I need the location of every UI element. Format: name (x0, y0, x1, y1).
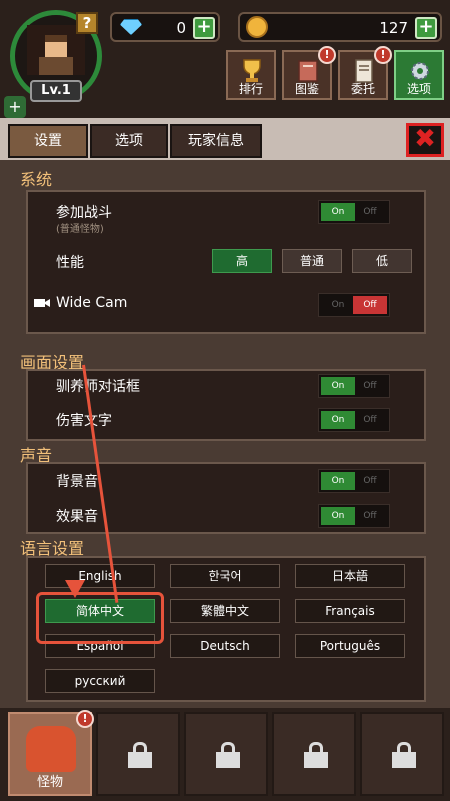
bgm-toggle[interactable]: On Off (318, 469, 390, 493)
lang-german-button[interactable]: Deutsch (170, 634, 280, 658)
lang-english-button[interactable]: English (45, 564, 155, 588)
add-gems-button[interactable]: + (193, 17, 215, 39)
toggle-on: On (321, 507, 355, 525)
trainer-dialog-label: 驯养师对话框 (56, 379, 140, 395)
coin-icon (246, 16, 268, 38)
options-button[interactable]: 选项 (394, 50, 444, 100)
widecam-toggle[interactable]: On Off (318, 293, 390, 317)
ranking-button[interactable]: 排行 (226, 50, 276, 100)
gem-icon (120, 19, 142, 35)
sfx-label: 效果音 (56, 509, 98, 525)
quest-button[interactable]: 委托 ! (338, 46, 392, 100)
monster-alert-icon: ! (76, 710, 94, 728)
avatar-face (45, 35, 67, 57)
lang-russian-button[interactable]: русский (45, 669, 155, 693)
slot-locked-1[interactable] (96, 712, 180, 796)
toggle-on: On (321, 203, 355, 221)
gem-counter: 0 + (110, 12, 220, 42)
battle-toggle[interactable]: On Off (318, 200, 390, 224)
toggle-on: On (321, 377, 355, 395)
toggle-on: On (321, 472, 355, 490)
tab-settings[interactable]: 设置 (8, 124, 88, 158)
damage-text-label: 伤害文字 (56, 413, 112, 429)
ranking-label: 排行 (238, 82, 263, 96)
plus-mini-icon[interactable]: + (4, 96, 26, 118)
tab-options[interactable]: 选项 (90, 124, 168, 158)
perf-high-button[interactable]: 高 (212, 249, 272, 273)
battle-label: 参加战斗 (56, 205, 112, 221)
top-header: Lv.1 ? + 0 + 127 + 排行 图鉴 ! 委托 ! 选项 (0, 0, 450, 118)
sfx-toggle[interactable]: On Off (318, 504, 390, 528)
slot-locked-2[interactable] (184, 712, 268, 796)
toggle-on: On (331, 300, 345, 310)
tab-player-info[interactable]: 玩家信息 (170, 124, 262, 158)
lang-korean-button[interactable]: 한국어 (170, 564, 280, 588)
codex-button[interactable]: 图鉴 ! (282, 46, 336, 100)
lock-icon (392, 742, 416, 768)
bgm-label: 背景音 (56, 474, 98, 490)
lang-french-button[interactable]: Français (295, 599, 405, 623)
trainer-dialog-toggle[interactable]: On Off (318, 374, 390, 398)
toggle-off: Off (363, 415, 377, 425)
lock-icon (304, 742, 328, 768)
gold-amount: 127 (379, 19, 408, 37)
lang-traditional-chinese-button[interactable]: 繁體中文 (170, 599, 280, 623)
camera-icon (34, 299, 50, 307)
quest-alert-icon: ! (374, 46, 392, 64)
perf-low-button[interactable]: 低 (352, 249, 412, 273)
monster-icon (26, 726, 76, 772)
help-button[interactable]: ? (76, 12, 98, 34)
level-badge: Lv.1 (30, 80, 82, 102)
toggle-off: Off (363, 476, 377, 486)
close-button[interactable]: ✖ (406, 123, 444, 157)
codex-alert-icon: ! (318, 46, 336, 64)
perf-normal-button[interactable]: 普通 (282, 249, 342, 273)
lock-icon (128, 742, 152, 768)
damage-text-toggle[interactable]: On Off (318, 408, 390, 432)
codex-label: 图鉴 (294, 82, 319, 96)
toggle-off: Off (363, 381, 377, 391)
add-gold-button[interactable]: + (415, 17, 437, 39)
toggle-on: On (321, 411, 355, 429)
widecam-label: Wide Cam (56, 295, 128, 311)
slot-locked-3[interactable] (272, 712, 356, 796)
gold-counter: 127 + (238, 12, 442, 42)
avatar-body (39, 57, 73, 75)
lock-icon (216, 742, 240, 768)
gem-amount: 0 (176, 19, 186, 37)
toggle-off: Off (363, 511, 377, 521)
battle-sublabel: (普通怪物) (56, 224, 104, 235)
toggle-off: Off (353, 296, 387, 314)
options-label: 选项 (406, 82, 431, 96)
annotation-highlight-box (36, 592, 164, 644)
quest-label: 委托 (350, 82, 375, 96)
performance-label: 性能 (56, 255, 84, 271)
section-system-title: 系统 (20, 170, 53, 189)
slot-locked-4[interactable] (360, 712, 444, 796)
slot-monster-label: 怪物 (36, 775, 63, 790)
lang-portuguese-button[interactable]: Português (295, 634, 405, 658)
lang-japanese-button[interactable]: 日本語 (295, 564, 405, 588)
toggle-off: Off (363, 207, 377, 217)
slot-monster[interactable]: 怪物 ! (8, 710, 94, 796)
